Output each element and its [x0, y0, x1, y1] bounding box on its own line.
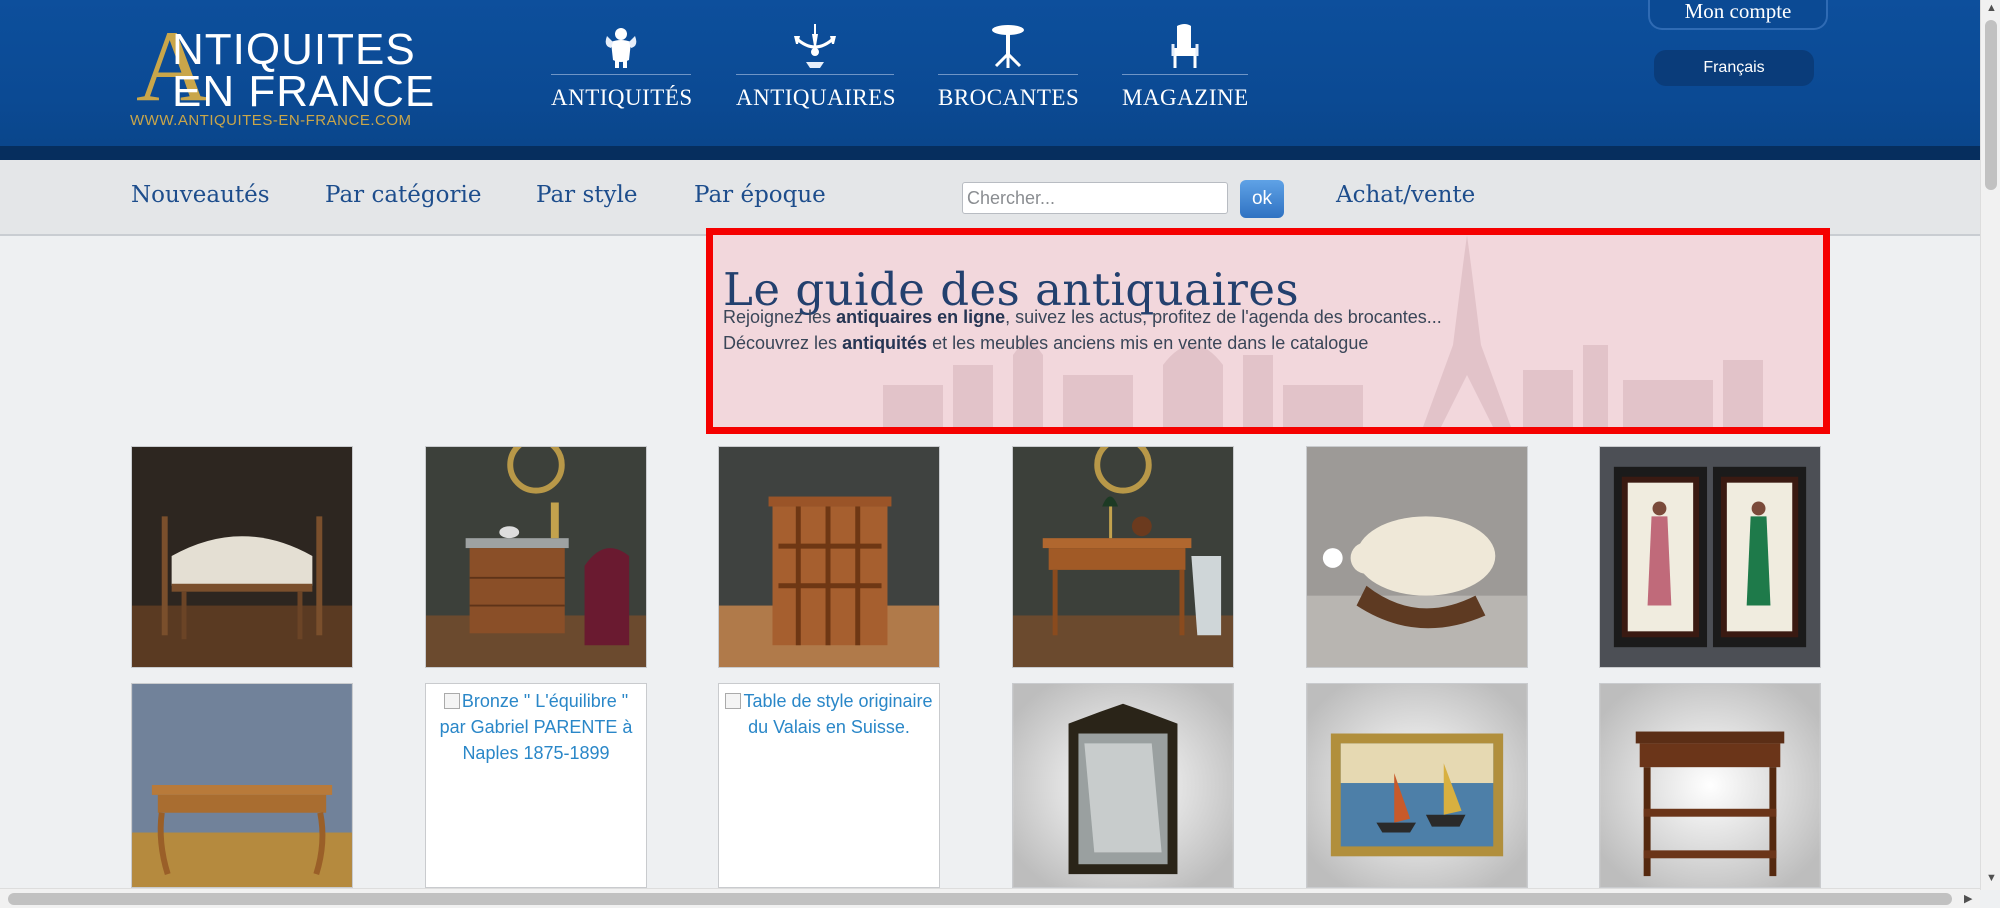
nav-antiquites[interactable]: ANTIQUITÉS [551, 22, 693, 112]
subnav-nouveautes[interactable]: Nouveautés [131, 182, 270, 208]
chinese-paintings-image [1600, 447, 1820, 667]
language-selector[interactable]: Français [1654, 50, 1814, 86]
harbour-painting-image [1307, 684, 1527, 887]
horizontal-scroll-thumb[interactable] [8, 893, 1952, 905]
cherub-icon [605, 28, 637, 68]
subnav-par-categorie[interactable]: Par catégorie [325, 182, 481, 208]
gilded-mirror-image [1013, 684, 1233, 887]
image-alt-text[interactable]: Table de style originaire du Valais en S… [743, 691, 932, 737]
ivory-elephant-image [1307, 447, 1527, 667]
product-thumbnail-bronze-broken[interactable]: Bronze " L'équilibre " par Gabriel PAREN… [425, 683, 647, 888]
logo-line-1: NTIQUITES [172, 25, 416, 74]
scroll-down-icon[interactable]: ▼ [1986, 872, 1997, 884]
pedestal-table-icon [992, 25, 1024, 68]
antiquites-link[interactable]: antiquités [842, 333, 927, 353]
product-thumbnail-revolving-bookcase[interactable] [718, 446, 940, 668]
writing-desk-image [1013, 447, 1233, 667]
secondary-nav: Nouveautés Par catégorie Par style Par é… [0, 160, 1980, 236]
nav-label: BROCANTES [938, 85, 1080, 110]
product-thumbnail-table-valais-broken[interactable]: Table de style originaire du Valais en S… [718, 683, 940, 888]
header-stripe [0, 146, 1980, 160]
scroll-right-icon[interactable]: ▶ [1964, 892, 1972, 905]
broken-image-icon [443, 693, 460, 709]
nav-label: ANTIQUAIRES [736, 85, 897, 110]
nav-magazine[interactable]: MAGAZINE [1122, 22, 1248, 112]
broken-image-icon [725, 693, 742, 709]
logo-line-2: EN FRANCE [172, 67, 436, 116]
product-thumbnail-writing-desk[interactable] [1012, 446, 1234, 668]
product-thumbnail-chest-of-drawers[interactable] [425, 446, 647, 668]
site-header: A NTIQUITES EN FRANCE WWW.ANTIQUITES-EN-… [0, 0, 1980, 160]
site-logo[interactable]: A NTIQUITES EN FRANCE WWW.ANTIQUITES-EN-… [130, 16, 450, 132]
nav-label: ANTIQUITÉS [551, 85, 693, 110]
product-thumbnail-gilded-mirror[interactable] [1012, 683, 1234, 888]
antiquaires-en-ligne-link[interactable]: antiquaires en ligne [836, 307, 1005, 327]
account-button[interactable]: Mon compte [1648, 0, 1828, 30]
chandelier-icon [794, 24, 836, 68]
image-alt-text[interactable]: Bronze " L'équilibre " par Gabriel PAREN… [440, 691, 633, 763]
product-thumbnail-ivory-elephant[interactable] [1306, 446, 1528, 668]
nav-label: MAGAZINE [1122, 85, 1249, 110]
subnav-par-epoque[interactable]: Par époque [694, 182, 826, 208]
revolving-bookcase-image [719, 447, 939, 667]
farm-table-image [132, 684, 352, 887]
scroll-up-icon[interactable]: ▲ [1986, 2, 1997, 14]
vertical-scrollbar[interactable]: ▲ ▼ [1980, 0, 2000, 890]
guide-intro-line-2: Découvrez les antiquités et les meubles … [723, 333, 1369, 353]
product-thumbnail-bench-stool[interactable] [131, 446, 353, 668]
subnav-achat-vente[interactable]: Achat/vente [1336, 182, 1475, 208]
side-table-image [1600, 684, 1820, 887]
product-thumbnail-harbour-painting[interactable] [1306, 683, 1528, 888]
product-thumbnail-farm-table[interactable] [131, 683, 353, 888]
search-ok-button[interactable]: ok [1240, 180, 1284, 218]
search-input[interactable] [962, 182, 1228, 214]
subnav-par-style[interactable]: Par style [536, 182, 637, 208]
nav-brocantes[interactable]: BROCANTES [938, 22, 1080, 112]
guide-banner: Le guide des antiquaires Rejoignez les a… [706, 228, 1830, 434]
guide-intro-line-1: Rejoignez les antiquaires en ligne, suiv… [723, 307, 1442, 327]
horizontal-scrollbar[interactable]: ▶ [0, 888, 1980, 908]
armchair-icon [1171, 24, 1199, 68]
bench-stool-image [132, 447, 352, 667]
vertical-scroll-thumb[interactable] [1985, 20, 1997, 190]
product-thumbnail-side-table[interactable] [1599, 683, 1821, 888]
logo-url: WWW.ANTIQUITES-EN-FRANCE.COM [130, 112, 412, 129]
product-thumbnail-chinese-paintings[interactable] [1599, 446, 1821, 668]
chest-of-drawers-image [426, 447, 646, 667]
nav-antiquaires[interactable]: ANTIQUAIRES [736, 22, 897, 112]
